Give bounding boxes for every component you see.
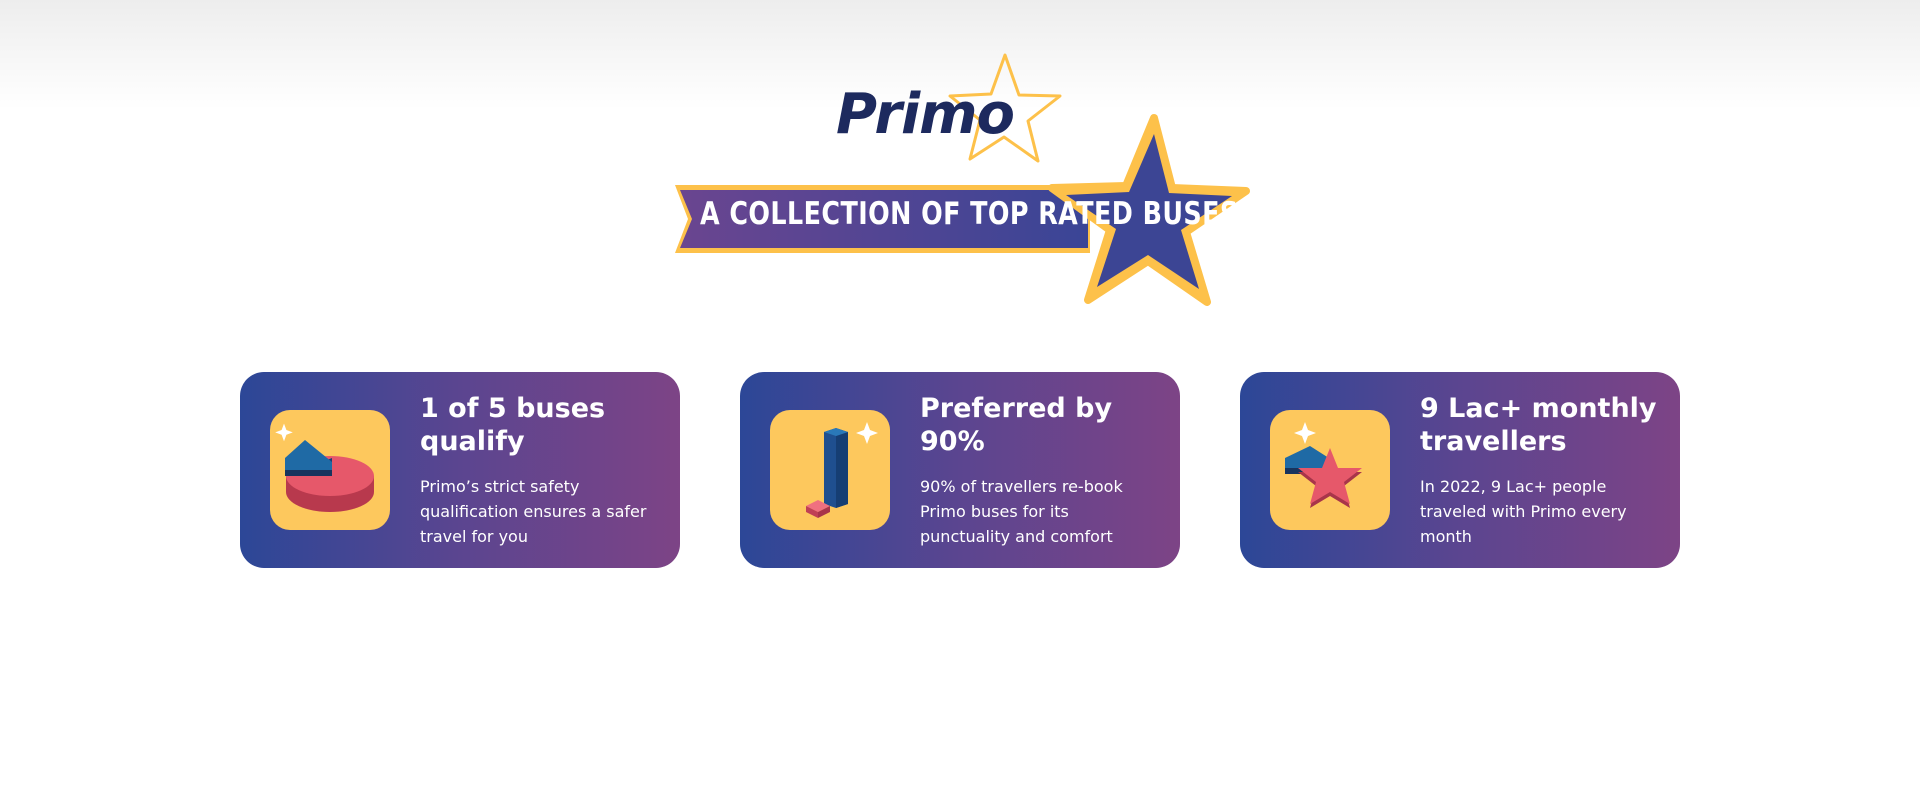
star-pie-icon: [1270, 410, 1390, 530]
primo-logo[interactable]: Primo: [836, 82, 1015, 147]
feature-card: 1 of 5 buses qualify Primo’s strict safe…: [240, 372, 680, 568]
card-description: 90% of travellers re-book Primo buses fo…: [920, 477, 1123, 546]
feature-card: 9 Lac+ monthly travellers In 2022, 9 Lac…: [1240, 372, 1680, 568]
card-title: Preferred by 90%: [920, 393, 1113, 457]
card-title: 9 Lac+ monthly travellers: [1420, 393, 1657, 457]
card-title: 1 of 5 buses qualify: [420, 393, 606, 457]
feature-card: Preferred by 90% 90% of travellers re-bo…: [740, 372, 1180, 568]
card-description: Primo’s strict safety qualification ensu…: [420, 477, 647, 546]
banner-tagline: A COLLECTION OF TOP RATED BUSES: [700, 196, 1239, 232]
rated-banner: [675, 53, 1250, 306]
card-description: In 2022, 9 Lac+ people traveled with Pri…: [1420, 477, 1627, 546]
bar-chart-icon: [770, 410, 890, 530]
pie-chart-icon: [270, 410, 390, 530]
feature-cards: 1 of 5 buses qualify Primo’s strict safe…: [240, 372, 1680, 568]
